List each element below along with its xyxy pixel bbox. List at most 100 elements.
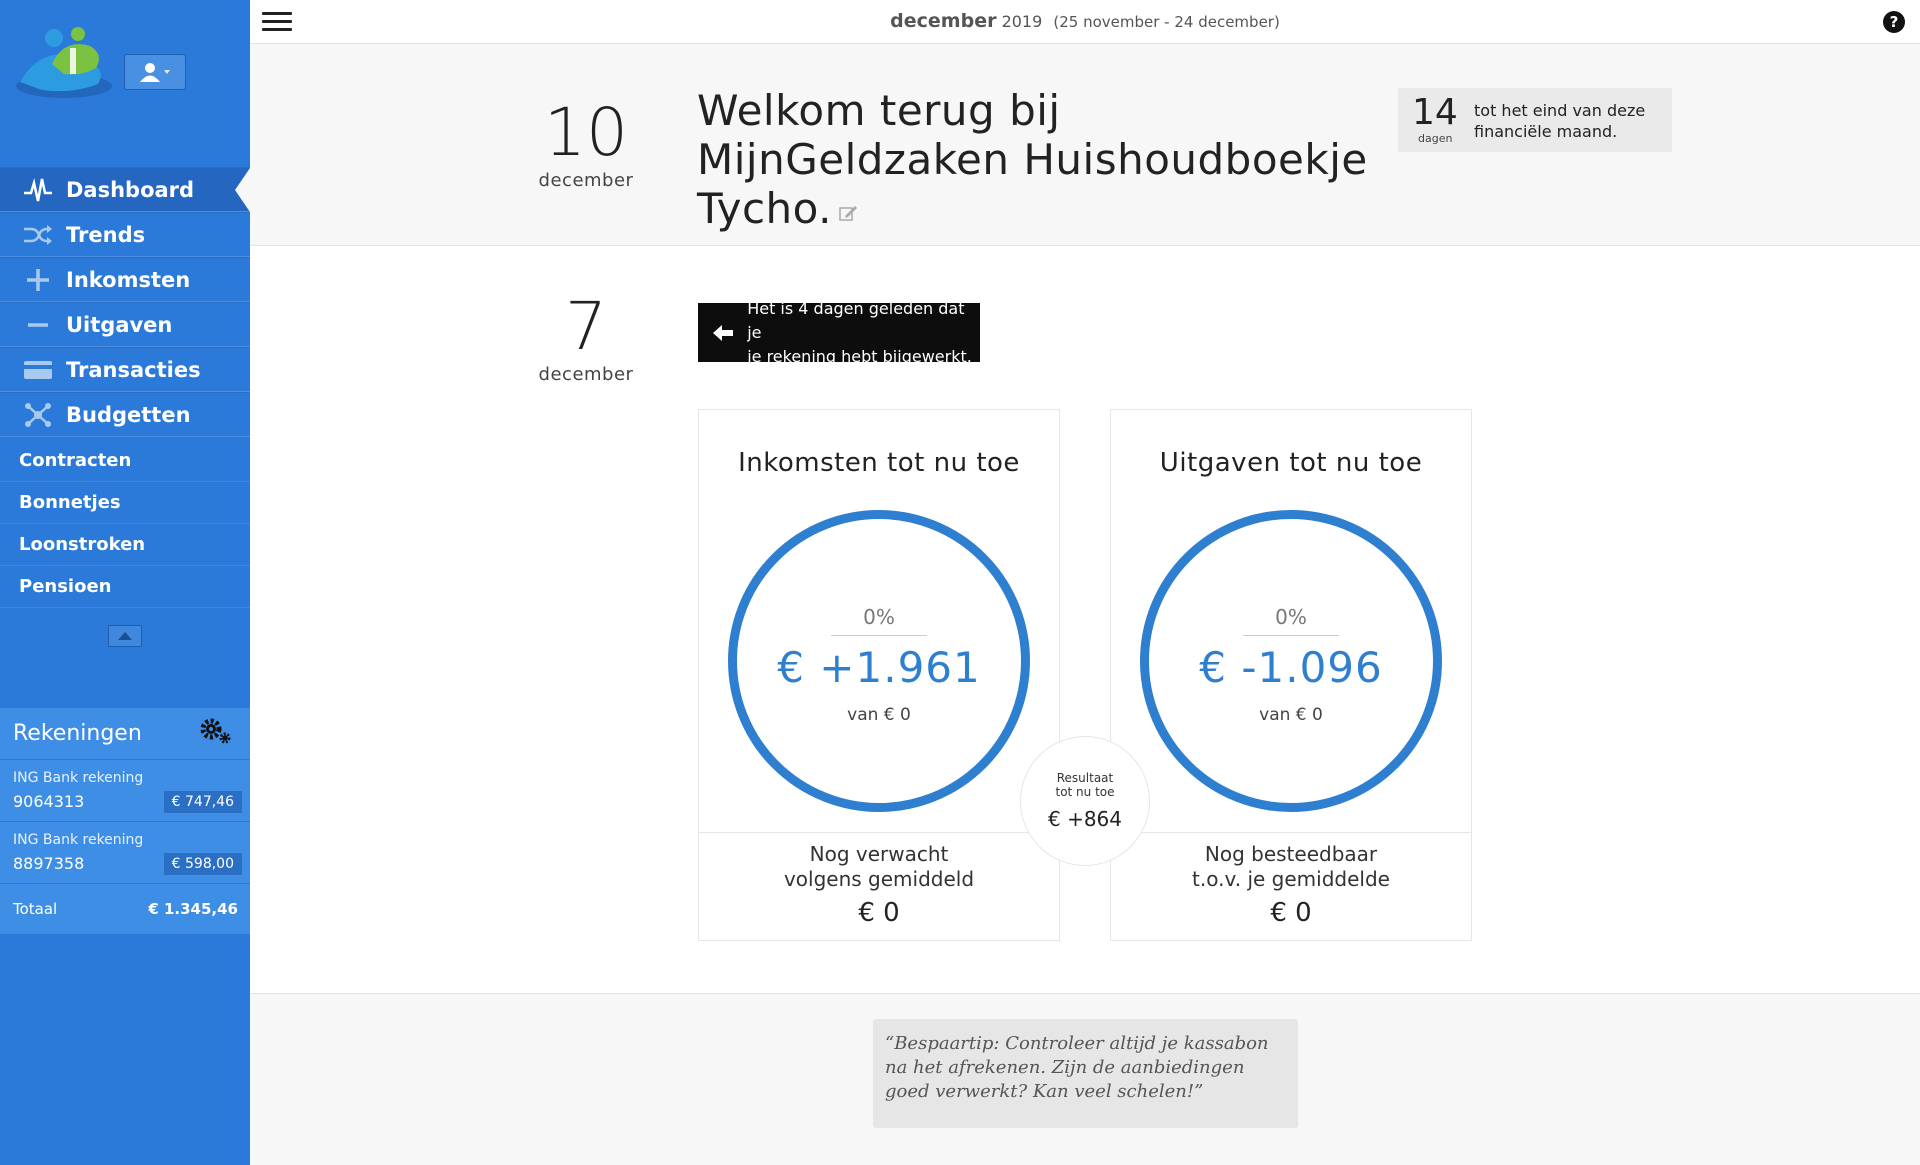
accounts-total: Totaal € 1.345,46 (0, 884, 250, 934)
last-update-day: 7 (565, 288, 607, 365)
days-left-number: 14 (1412, 92, 1458, 133)
today-month: december (538, 170, 634, 191)
secondary-nav: Contracten Bonnetjes Loonstroken Pensioe… (0, 440, 250, 608)
ring-divider (831, 635, 927, 636)
result-label-line: tot nu toe (1055, 785, 1115, 799)
nav-item-label: Inkomsten (66, 267, 191, 292)
welcome-line: MijnGeldzaken Huishoudboekje (697, 135, 1368, 184)
nav-item-dashboard[interactable]: Dashboard (0, 167, 250, 212)
income-target: van € 0 (847, 705, 911, 725)
income-percent: 0% (863, 605, 895, 629)
expenses-ring: 0% € -1.096 van € 0 (1140, 510, 1442, 812)
shuffle-icon (20, 224, 56, 246)
expenses-title: Uitgaven tot nu toe (1159, 448, 1423, 478)
accounts-header: Rekeningen (0, 708, 250, 760)
overview-section: 7 december Het is 4 dagen geleden dat je… (250, 246, 1920, 994)
update-message: Het is 4 dagen geleden dat je je rekenin… (747, 297, 980, 369)
days-left-box: 14 dagen tot het eind van deze financiël… (1398, 88, 1672, 152)
result-label: Resultaat tot nu toe (1021, 771, 1149, 799)
user-name: Tycho. (697, 184, 832, 233)
update-account-button[interactable]: Het is 4 dagen geleden dat je je rekenin… (698, 299, 980, 366)
welcome-section: 10 december Welkom terug bij MijnGeldzak… (250, 44, 1920, 246)
account-row[interactable]: ING Bank rekening 8897358 € 598,00 (0, 822, 250, 884)
expenses-card[interactable]: Uitgaven tot nu toe 0% € -1.096 van € 0 … (1110, 409, 1472, 941)
collapse-menu-button[interactable] (108, 625, 142, 647)
days-left-unit: dagen (1418, 132, 1453, 145)
user-menu-button[interactable] (124, 54, 186, 90)
period-year: 2019 (1001, 12, 1043, 31)
income-footer-value: € 0 (858, 898, 900, 928)
period-month: december (890, 10, 997, 32)
footer-line: volgens gemiddeld (783, 867, 975, 891)
expenses-footer-label: Nog besteedbaar t.o.v. je gemiddelde (1111, 842, 1471, 892)
last-update-date: 7 december (526, 288, 646, 386)
nav-item-label: Trends (66, 222, 146, 247)
nav-item-label: Budgetten (66, 402, 191, 427)
expenses-target: van € 0 (1259, 705, 1323, 725)
total-value: € 1.345,46 (148, 900, 238, 918)
update-line: Het is 4 dagen geleden dat je (747, 298, 965, 342)
days-left-text: tot het eind van deze financiële maand. (1474, 100, 1645, 142)
app-logo[interactable] (12, 24, 116, 102)
account-row[interactable]: ING Bank rekening 9064313 € 747,46 (0, 760, 250, 822)
days-left-line: financiële maand. (1474, 122, 1618, 141)
nav-item-bonnetjes[interactable]: Bonnetjes (0, 482, 250, 524)
card-divider (1111, 832, 1471, 833)
income-ring: 0% € +1.961 van € 0 (728, 510, 1030, 812)
days-left-line: tot het eind van deze (1474, 101, 1646, 120)
income-title: Inkomsten tot nu toe (738, 448, 1020, 478)
period-selector[interactable]: december 2019 (25 november - 24 december… (250, 10, 1920, 32)
arrow-left-icon (698, 323, 747, 343)
nav-item-budgetten[interactable]: Budgetten (0, 392, 250, 437)
welcome-line: Welkom terug bij (697, 86, 1061, 135)
card-divider (699, 832, 1059, 833)
gears-icon[interactable] (198, 717, 232, 751)
footer-line: t.o.v. je gemiddelde (1192, 867, 1390, 891)
account-balance: € 598,00 (163, 853, 242, 875)
edit-icon[interactable] (838, 184, 858, 233)
today-day: 10 (544, 94, 628, 171)
income-card[interactable]: Inkomsten tot nu toe 0% € +1.961 van € 0… (698, 409, 1060, 941)
nav-item-trends[interactable]: Trends (0, 212, 250, 257)
nav-item-uitgaven[interactable]: Uitgaven (0, 302, 250, 347)
top-bar: december 2019 (25 november - 24 december… (250, 0, 1920, 44)
plus-icon (20, 268, 56, 292)
income-amount: € +1.961 (777, 643, 981, 692)
nav-item-label: Dashboard (66, 177, 195, 202)
accounts-panel: Rekeningen ING Bank rekening 9064313 € 7… (0, 708, 250, 934)
user-icon (140, 63, 170, 82)
last-update-month: december (538, 364, 634, 385)
nav-item-contracten[interactable]: Contracten (0, 440, 250, 482)
welcome-title: Welkom terug bij MijnGeldzaken Huishoudb… (697, 86, 1368, 233)
nav-item-loonstroken[interactable]: Loonstroken (0, 524, 250, 566)
result-value: € +864 (1047, 807, 1122, 831)
network-icon (20, 402, 56, 428)
footer-line: Nog besteedbaar (1204, 842, 1378, 866)
ring-divider (1243, 635, 1339, 636)
triangle-up-icon (118, 632, 132, 640)
credit-card-icon (20, 359, 56, 381)
nav-item-inkomsten[interactable]: Inkomsten (0, 257, 250, 302)
today-date: 10 december (526, 94, 646, 192)
nav-item-label: Uitgaven (66, 312, 173, 337)
account-balance: € 747,46 (163, 791, 242, 813)
savings-tip: “Bespaartip: Controleer altijd je kassab… (873, 1019, 1298, 1128)
income-footer-label: Nog verwacht volgens gemiddeld (699, 842, 1059, 892)
help-icon[interactable]: ? (1883, 11, 1905, 33)
result-label-line: Resultaat (1056, 771, 1114, 785)
minus-icon (20, 313, 56, 337)
expenses-amount: € -1.096 (1199, 643, 1383, 692)
account-name: ING Bank rekening (13, 770, 144, 786)
nav-item-transacties[interactable]: Transacties (0, 347, 250, 392)
period-range: (25 november - 24 december) (1053, 13, 1280, 31)
expenses-footer-value: € 0 (1270, 898, 1312, 928)
accounts-title: Rekeningen (13, 721, 142, 746)
primary-nav: Dashboard Trends Inkomsten Uitgaven Tran… (0, 167, 250, 437)
footer-line: Nog verwacht (809, 842, 949, 866)
nav-item-pensioen[interactable]: Pensioen (0, 566, 250, 608)
result-badge: Resultaat tot nu toe € +864 (1020, 736, 1150, 866)
pulse-icon (20, 177, 56, 203)
account-name: ING Bank rekening (13, 832, 144, 848)
total-label: Totaal (13, 900, 58, 918)
expenses-percent: 0% (1275, 605, 1307, 629)
